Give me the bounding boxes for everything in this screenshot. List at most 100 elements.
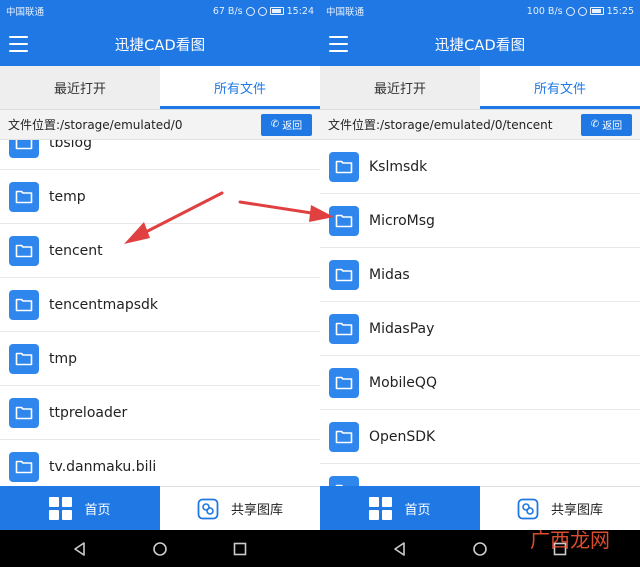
tab-all-files[interactable]: 所有文件 — [480, 66, 640, 109]
folder-name: tencentmapsdk — [49, 296, 159, 313]
battery-icon — [269, 7, 284, 15]
status-bar: 中国联通 67 B/s 15:24 — [0, 0, 320, 22]
nav-home[interactable]: 首页 — [320, 486, 480, 530]
back-button[interactable]: ✆ 返回 — [581, 113, 632, 136]
folder-name: tencent — [49, 242, 103, 259]
back-button[interactable]: ✆ 返回 — [261, 113, 312, 136]
folder-row[interactable]: tencent — [0, 224, 320, 278]
folder-icon — [9, 140, 39, 158]
nav-home-label: 首页 — [404, 502, 431, 518]
folder-icon — [9, 235, 39, 266]
folder-row[interactable]: tmp — [0, 332, 320, 386]
alarm-icon — [245, 6, 255, 16]
tab-bar: 最近打开 所有文件 — [0, 66, 320, 110]
phone-icon: ✆ — [590, 119, 600, 130]
nav-recents-icon[interactable] — [232, 541, 248, 557]
alarm-icon — [565, 6, 575, 16]
tab-recent[interactable]: 最近打开 — [320, 66, 480, 109]
folder-row[interactable]: MicroMsg — [320, 194, 640, 248]
path-bar: 文件位置:/storage/emulated/0/tencent ✆ 返回 — [320, 110, 640, 140]
menu-icon[interactable] — [329, 36, 348, 52]
folder-name: Midas — [369, 266, 410, 283]
comparison-screenshot: 中国联通 67 B/s 15:24 迅捷CAD看图 最近打开 所有文件 文件位置… — [0, 0, 640, 567]
nav-back-icon[interactable] — [72, 541, 88, 557]
folder-name: tmp — [49, 350, 78, 367]
tab-all-files[interactable]: 所有文件 — [160, 66, 320, 109]
wifi-icon — [257, 6, 267, 16]
back-label: 返回 — [282, 121, 303, 132]
folder-row[interactable]: MobileQQ — [320, 356, 640, 410]
share-gallery-icon — [197, 498, 219, 519]
nav-home-icon[interactable] — [472, 541, 488, 557]
clock: 15:24 — [286, 5, 314, 17]
folder-row[interactable]: MidasPay — [320, 302, 640, 356]
folder-icon — [329, 475, 359, 486]
battery-icon — [589, 7, 604, 15]
folder-icon — [9, 289, 39, 320]
nav-share-label: 共享图库 — [230, 503, 283, 518]
app-title: 迅捷CAD看图 — [434, 37, 526, 54]
carrier-label: 中国联通 — [6, 7, 45, 18]
folder-icon — [329, 151, 359, 182]
folder-name: MidasPay — [369, 320, 435, 337]
folder-name: MobileQQ — [369, 374, 437, 391]
folder-name: temp — [49, 188, 86, 205]
path-bar: 文件位置:/storage/emulated/0 ✆ 返回 — [0, 110, 320, 140]
file-list[interactable]: Kslmsdk MicroMsg Midas MidasPay MobileQQ — [320, 140, 640, 486]
folder-row[interactable]: ttpreloader — [0, 386, 320, 440]
left-phone-screen: 中国联通 67 B/s 15:24 迅捷CAD看图 最近打开 所有文件 文件位置… — [0, 0, 320, 530]
folder-icon — [9, 451, 39, 482]
network-speed: 100 B/s — [526, 5, 563, 17]
clock: 15:25 — [606, 5, 634, 17]
folder-name: tbslog — [49, 140, 93, 151]
app-title: 迅捷CAD看图 — [114, 37, 206, 54]
home-grid-icon — [49, 496, 73, 520]
folder-icon — [9, 343, 39, 374]
folder-icon — [329, 259, 359, 290]
folder-row[interactable]: tencentmapsdk — [0, 278, 320, 332]
back-label: 返回 — [602, 121, 623, 132]
folder-name: OpenSDK — [369, 428, 436, 445]
app-header: 迅捷CAD看图 — [0, 22, 320, 66]
network-speed: 67 B/s — [212, 5, 243, 17]
folder-row[interactable]: OpenSDK — [320, 410, 640, 464]
folder-icon — [329, 313, 359, 344]
right-phone-screen: 中国联通 100 B/s 15:25 迅捷CAD看图 最近打开 所有文件 文件位… — [320, 0, 640, 530]
nav-home-icon[interactable] — [152, 541, 168, 557]
nav-home[interactable]: 首页 — [0, 486, 160, 530]
current-path: 文件位置:/storage/emulated/0 — [8, 118, 183, 132]
folder-icon — [329, 421, 359, 452]
nav-back-icon[interactable] — [392, 541, 408, 557]
home-grid-icon — [369, 496, 393, 520]
status-bar: 中国联通 100 B/s 15:25 — [320, 0, 640, 22]
nav-home-label: 首页 — [84, 502, 111, 518]
bottom-nav: 首页 共享图库 — [0, 486, 320, 530]
folder-name: ttpreloader — [49, 404, 128, 421]
file-list[interactable]: tbslog temp tencent tencentmapsdk tmp tt… — [0, 140, 320, 486]
folder-row[interactable] — [320, 464, 640, 486]
nav-share-label: 共享图库 — [550, 503, 603, 518]
folder-row[interactable]: Midas — [320, 248, 640, 302]
folder-icon — [9, 397, 39, 428]
menu-icon[interactable] — [9, 36, 28, 52]
app-header: 迅捷CAD看图 — [320, 22, 640, 66]
folder-row[interactable]: tv.danmaku.bili — [0, 440, 320, 486]
tab-recent[interactable]: 最近打开 — [0, 66, 160, 109]
folder-name: Kslmsdk — [369, 158, 428, 175]
current-path: 文件位置:/storage/emulated/0/tencent — [328, 118, 553, 132]
share-gallery-icon — [517, 498, 539, 519]
folder-name: tv.danmaku.bili — [49, 458, 157, 475]
carrier-label: 中国联通 — [326, 7, 365, 18]
watermark: 广西龙网 — [530, 528, 610, 552]
folder-name: MicroMsg — [369, 212, 435, 229]
folder-row[interactable]: tbslog — [0, 140, 320, 170]
folder-icon — [329, 367, 359, 398]
folder-icon — [329, 205, 359, 236]
wifi-icon — [577, 6, 587, 16]
folder-row[interactable]: Kslmsdk — [320, 140, 640, 194]
folder-row[interactable]: temp — [0, 170, 320, 224]
folder-icon — [9, 181, 39, 212]
phone-icon: ✆ — [270, 119, 280, 130]
tab-bar: 最近打开 所有文件 — [320, 66, 640, 110]
nav-share-gallery[interactable]: 共享图库 — [160, 486, 320, 530]
